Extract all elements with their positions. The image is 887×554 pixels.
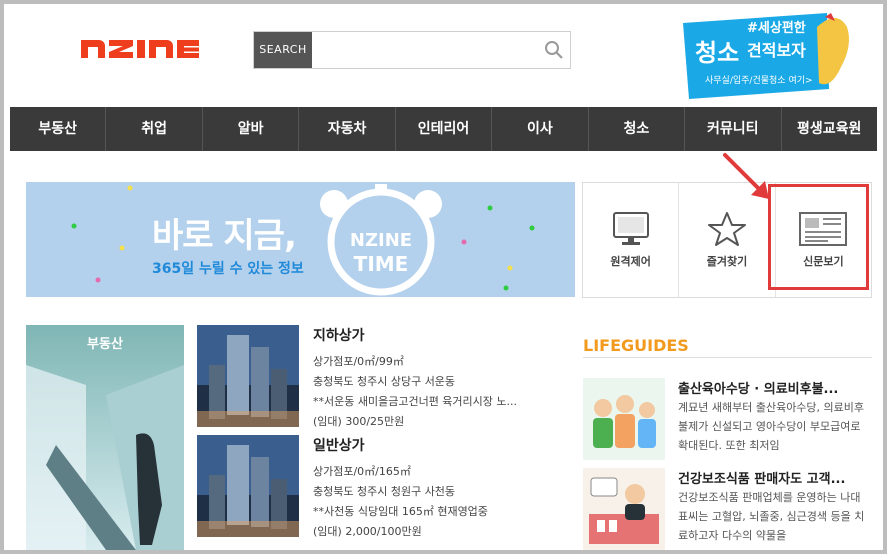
nzine-time-banner[interactable]: 바로 지금, 365일 누릴 수 있는 정보 NZINE TIME (26, 182, 575, 297)
article-headline: 출산육아수당 · 의료비후불... (678, 382, 839, 397)
red-arrow-icon (723, 153, 769, 199)
nav-item-realestate[interactable]: 부동산 (10, 107, 107, 151)
search-bar: SEARCH (253, 31, 571, 69)
search-label: SEARCH (254, 32, 312, 68)
lifeguides-divider (583, 357, 872, 358)
cleaning-estimate-ad[interactable]: #세상편한 청소 견적보자 사무실/입주/건물청소 여기> (677, 9, 877, 105)
clock-text-line1: NZINE (349, 230, 413, 251)
category-label: 부동산 (87, 337, 123, 352)
listing-type: 상가점포/0㎡/99㎡ (313, 355, 404, 368)
banner-headline: 바로 지금, (152, 216, 297, 256)
search-input[interactable] (314, 34, 548, 66)
seller-illustration-icon (583, 468, 665, 550)
clock-text-line2: TIME (353, 252, 409, 276)
nav-item-education[interactable]: 평생교육원 (782, 107, 877, 151)
ad-hashtag: #세상편한 (747, 21, 806, 36)
listing-description: **사천동 식당임대 165㎡ 현재영업중 (313, 505, 488, 518)
page-frame: SEARCH #세상편한 청소 견적보자 사무실/입주/건물청소 여기> 부동산… (4, 4, 883, 550)
ad-title: 견적보자 (747, 41, 806, 60)
listing-card[interactable]: 지하상가 상가점포/0㎡/99㎡ 충청북도 청주시 상당구 서운동 **서운동 … (197, 325, 562, 431)
monitor-icon (612, 212, 649, 245)
listing-price: (임대) 300/25만원 (313, 415, 405, 428)
nav-item-interior[interactable]: 인테리어 (396, 107, 493, 151)
tile-newspaper[interactable]: 신문보기 (776, 183, 871, 297)
tile-label: 원격제어 (610, 255, 651, 268)
main-nav: 부동산 취업 알바 자동차 인테리어 이사 청소 커뮤니티 평생교육원 (10, 107, 877, 151)
article-summary: 계묘년 새해부터 출산육아수당, 의료비후불제가 신설되고 영아수당이 부모급여… (678, 401, 865, 452)
nav-item-moving[interactable]: 이사 (492, 107, 589, 151)
listing-price: (임대) 2,000/100만원 (313, 525, 422, 538)
lifeguides-title: LIFEGUIDES (583, 336, 689, 355)
article-thumbnail (583, 378, 665, 460)
nav-item-community[interactable]: 커뮤니티 (685, 107, 782, 151)
article-thumbnail (583, 468, 665, 550)
listing-type: 상가점포/0㎡/165㎡ (313, 465, 411, 478)
listing-title: 일반상가 (313, 438, 365, 454)
nav-item-cars[interactable]: 자동차 (299, 107, 396, 151)
building-photo (197, 325, 299, 427)
listing-location: 충청북도 청주시 청원구 사천동 (313, 485, 456, 498)
tile-label: 신문보기 (803, 255, 844, 268)
lifeguide-article[interactable]: 출산육아수당 · 의료비후불... 계묘년 새해부터 출산육아수당, 의료비후불… (583, 378, 872, 460)
search-icon[interactable] (544, 40, 564, 60)
tile-remote-control[interactable]: 원격제어 (583, 183, 680, 297)
article-summary: 건강보조식품 판매업체를 운영하는 나대표씨는 고혈압, 뇌졸중, 심근경색 등… (678, 491, 865, 542)
article-headline: 건강보조식품 판매자도 고객... (678, 472, 846, 487)
nav-item-parttime[interactable]: 알바 (203, 107, 300, 151)
listing-location: 충청북도 청주시 상당구 서운동 (313, 375, 456, 388)
nav-item-jobs[interactable]: 취업 (106, 107, 203, 151)
confetti-icon (71, 185, 535, 291)
listing-title: 지하상가 (313, 328, 365, 344)
newspaper-icon (799, 212, 848, 246)
ad-big-text: 청소 (695, 39, 740, 67)
listing-card[interactable]: 일반상가 상가점포/0㎡/165㎡ 충청북도 청주시 청원구 사천동 **사천동… (197, 435, 562, 541)
star-icon (707, 212, 746, 246)
listing-description: **서운동 새미을금고건너편 육거리시장 노... (313, 395, 518, 408)
building-icon (197, 325, 299, 427)
lifeguide-article[interactable]: 건강보조식품 판매자도 고객... 건강보조식품 판매업체를 운영하는 나대표씨… (583, 468, 872, 550)
family-illustration-icon (583, 378, 665, 460)
category-realestate-image[interactable]: 부동산 (26, 325, 184, 550)
site-logo[interactable] (79, 34, 213, 64)
escalator-photo-icon (26, 325, 184, 550)
building-icon (197, 435, 299, 537)
nzine-logo-icon (81, 40, 199, 58)
banner-subline: 365일 누릴 수 있는 정보 (152, 261, 304, 277)
building-photo (197, 435, 299, 537)
ad-subtitle: 사무실/입주/건물청소 여기> (705, 76, 813, 86)
tile-label: 즐겨찾기 (706, 255, 748, 268)
nav-item-cleaning[interactable]: 청소 (589, 107, 686, 151)
